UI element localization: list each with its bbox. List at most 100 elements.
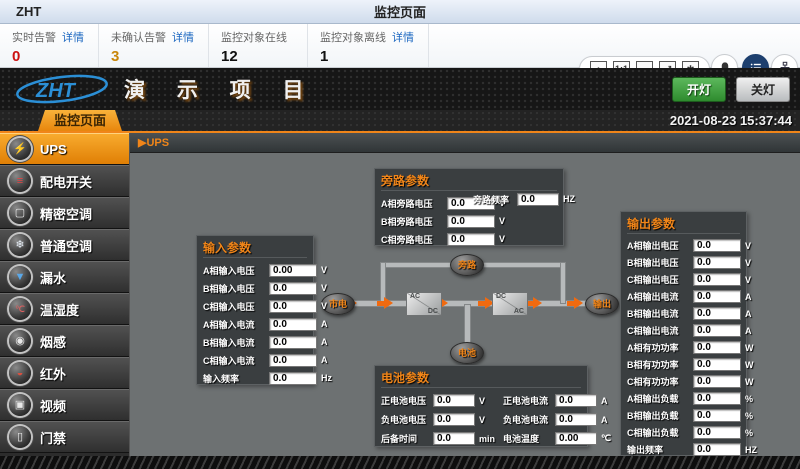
- param-unit: min: [479, 434, 495, 444]
- param-unit: %: [745, 428, 753, 438]
- infrared-icon: ◒: [9, 362, 31, 384]
- converter-label: DC: [496, 293, 506, 300]
- param-value: 0.0: [693, 409, 741, 422]
- param-label: C相输出电流: [627, 324, 689, 337]
- param-row: 正电池电压 0.0 V: [381, 391, 495, 410]
- param-row: 正电池电流 0.0 A: [503, 391, 611, 410]
- param-row: 后备时间 0.0 min: [381, 429, 495, 448]
- sidebar-item-normal-ac[interactable]: ❄ 普通空调: [0, 229, 129, 261]
- param-label: C相输入电压: [203, 300, 265, 313]
- light-off-button[interactable]: 关灯: [736, 77, 790, 102]
- param-value: 0.0: [693, 426, 741, 439]
- sidebar-item-infrared[interactable]: ◒ 红外: [0, 357, 129, 389]
- param-value: 0.0: [693, 256, 741, 269]
- stat-objects-online: 监控对象在线 12: [209, 24, 308, 67]
- param-row: B相有功功率 0.0 W: [627, 356, 740, 373]
- param-label: B相旁路电压: [381, 215, 443, 228]
- zht-logo: ZHT: [14, 72, 110, 106]
- battery-node: 电池: [450, 342, 484, 364]
- section-title: UPS: [146, 137, 169, 149]
- param-row: C相输入电压 0.0 V: [203, 297, 307, 315]
- param-value: 0.0: [447, 215, 495, 228]
- param-label: C相旁路电压: [381, 233, 443, 246]
- sidebar-item-door-access[interactable]: ▯ 门禁: [0, 421, 129, 453]
- temp-humidity-icon: ℃: [9, 298, 31, 320]
- param-label: C相输入电流: [203, 354, 265, 367]
- param-unit: A: [601, 415, 608, 425]
- sidebar-item-temp-humidity[interactable]: ℃ 温湿度: [0, 293, 129, 325]
- tab-monitoring-page[interactable]: 监控页面: [38, 110, 122, 131]
- param-row: B相输入电压 0.0 V: [203, 279, 307, 297]
- param-unit: W: [745, 360, 754, 370]
- param-label: 负电池电压: [381, 413, 429, 426]
- param-unit: A: [745, 292, 752, 302]
- battery-params-panel: 电池参数 正电池电压 0.0 V 正电池电流 0.0 A: [374, 365, 588, 447]
- param-label: A相输出负载: [627, 392, 689, 405]
- monitoring-page: 监控页面 ZHT 实时告警详情 0 未确认告警详情 3 监控对象在线 12 监控…: [0, 0, 800, 469]
- param-row: B相输入电流 0.0 A: [203, 333, 307, 351]
- stat-value: 12: [221, 48, 293, 65]
- sidebar-item-water-leak[interactable]: ▼ 漏水: [0, 261, 129, 293]
- stat-value: 3: [111, 48, 194, 65]
- param-unit: V: [499, 216, 505, 226]
- param-row: A相输出电流 0.0 A: [627, 288, 740, 305]
- bypass-frequency-row: 旁路频率 0.0 HZ: [473, 190, 575, 208]
- param-row: C相有功功率 0.0 W: [627, 373, 740, 390]
- param-label: 正电池电压: [381, 394, 429, 407]
- param-value: 0.0: [433, 394, 475, 407]
- param-unit: W: [745, 343, 754, 353]
- param-unit: ℃: [601, 433, 611, 444]
- param-label: 正电池电流: [503, 394, 551, 407]
- param-unit: V: [745, 258, 751, 268]
- window-titlebar: 监控页面 ZHT: [0, 0, 800, 24]
- flow-arrow-icon: [567, 297, 583, 309]
- param-row: 电池温度 0.00 ℃: [503, 429, 611, 448]
- panel-title: 输出参数: [627, 215, 740, 234]
- param-label: B相输出电压: [627, 256, 689, 269]
- details-link[interactable]: 详情: [172, 32, 194, 44]
- param-label: A相输出电流: [627, 290, 689, 303]
- param-row: A相有功功率 0.0 W: [627, 339, 740, 356]
- param-label: C相有功功率: [627, 375, 689, 388]
- param-row: B相输出负载 0.0 %: [627, 407, 740, 424]
- param-label: B相输出电流: [627, 307, 689, 320]
- param-unit: V: [321, 265, 327, 275]
- details-link[interactable]: 详情: [62, 32, 84, 44]
- precision-ac-icon: ▢: [9, 202, 31, 224]
- param-unit: W: [745, 377, 754, 387]
- sidebar-item-video[interactable]: ▣ 视频: [0, 389, 129, 421]
- details-link[interactable]: 详情: [392, 32, 414, 44]
- param-row: A相输入电流 0.0 A: [203, 315, 307, 333]
- param-row: A相输入电压 0.00 V: [203, 261, 307, 279]
- param-unit: A: [745, 309, 752, 319]
- door-access-icon: ▯: [9, 426, 31, 448]
- smoke-detector-icon: ◉: [9, 330, 31, 352]
- param-label: B相输入电流: [203, 336, 265, 349]
- sidebar-item-power-switch[interactable]: ≡ 配电开关: [0, 165, 129, 197]
- param-label: A相旁路电压: [381, 197, 443, 210]
- sidebar-item-precision-ac[interactable]: ▢ 精密空调: [0, 197, 129, 229]
- sidebar-item-smoke[interactable]: ◉ 烟感: [0, 325, 129, 357]
- param-unit: V: [745, 275, 751, 285]
- param-unit: %: [745, 394, 753, 404]
- water-leak-icon: ▼: [9, 266, 31, 288]
- inverter-box: DC AC: [492, 292, 528, 316]
- param-row: C相输出电压 0.0 V: [627, 271, 740, 288]
- param-value: 0.0: [555, 394, 597, 407]
- sidebar-item-ups[interactable]: ⚡ UPS: [0, 133, 129, 165]
- param-value: 0.0: [269, 300, 317, 313]
- param-value: 0.0: [693, 290, 741, 303]
- light-on-button[interactable]: 开灯: [672, 77, 726, 102]
- main-area: ▶UPS AC DC DC AC: [130, 133, 800, 456]
- stat-label: 实时告警: [12, 32, 56, 44]
- panel-title: 输入参数: [203, 239, 307, 258]
- param-row: B相输出电压 0.0 V: [627, 254, 740, 271]
- param-value: 0.0: [693, 358, 741, 371]
- param-label: A相有功功率: [627, 341, 689, 354]
- tab-bar: 监控页面 2021-08-23 15:37:44: [0, 110, 800, 133]
- param-unit: A: [321, 337, 328, 347]
- project-title: 演 示 项 目: [124, 74, 317, 104]
- stats-bar: 实时告警详情 0 未确认告警详情 3 监控对象在线 12 监控对象离线详情 1 …: [0, 24, 800, 68]
- stat-value: 0: [12, 48, 84, 65]
- param-value: 0.0: [693, 375, 741, 388]
